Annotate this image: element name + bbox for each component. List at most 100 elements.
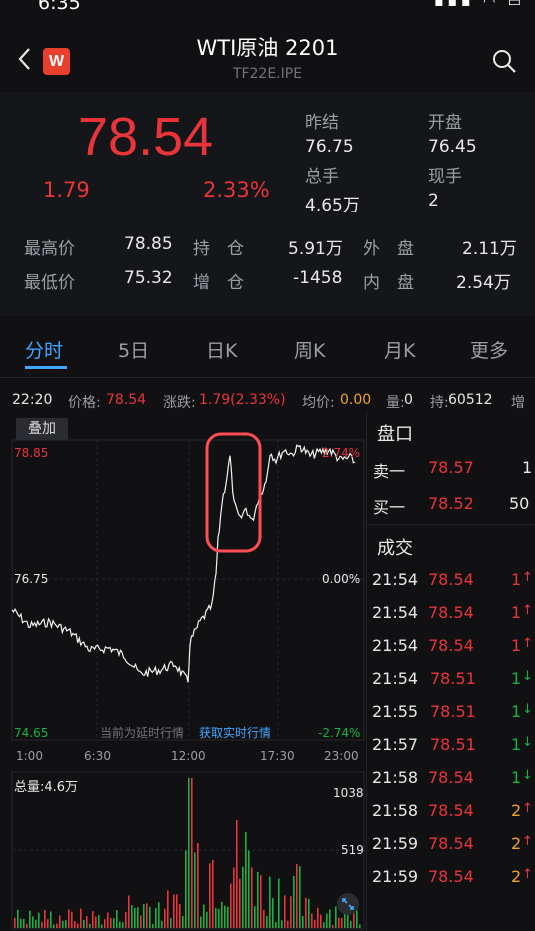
active-tab-indicator [25,366,67,369]
tab-daily[interactable]: 日K [206,336,237,363]
volume-bar [248,850,250,928]
volume-bar [293,876,295,928]
volume-bar [188,778,190,928]
volume-bar [263,909,265,928]
trade-qty: 1 [511,636,522,655]
volume-bar [224,905,226,928]
trade-price: 78.54 [428,867,474,886]
volume-bar [164,908,166,928]
bid-qty: 50 [509,494,530,513]
tab-weekly[interactable]: 周K [294,336,325,363]
volume-bar [80,908,82,928]
inner-label: 内 盘 [363,273,414,293]
volume-bar [125,911,127,928]
volume-bar [221,901,223,928]
tab-monthly[interactable]: 月K [384,336,415,363]
trade-direction-arrow-icon: ↑ [522,570,533,585]
oi-change-value: -1458 [293,268,343,288]
stats-panel: 最高价 78.85 持 仓 5.91万 外 盘 2.11万 最低价 75.32 … [0,212,535,316]
volume-bar [182,915,184,928]
current-volume-label: 现手 [428,167,462,187]
trade-row: 21:55 78.51 1 ↓ [367,702,535,726]
instrument-code: TF22E.IPE [232,66,303,82]
info-price-label: 价格: [68,395,101,411]
highlight-circle-annotation [205,432,262,553]
volume-bar [239,878,241,928]
info-oi: 60512 [448,392,493,408]
volume-bar [332,924,334,928]
volume-bar [206,911,208,928]
volume-bar [137,907,139,928]
orderbook-title: 盘口 [377,424,413,445]
volume-bar [341,917,343,928]
volume-bar [107,912,109,928]
x-tick-4: 17:30 [260,749,295,763]
volume-bar [269,876,271,928]
overlay-button[interactable]: 叠加 [16,418,68,440]
prev-settle-value: 76.75 [305,137,354,157]
volume-bar [266,915,268,928]
volume-bar [62,921,64,928]
pct-axis-mid: 0.00% [322,572,361,586]
trade-qty: 1 [511,669,522,688]
trade-qty: 1 [511,603,522,622]
volume-bar [29,910,31,928]
volume-bar [251,867,253,928]
open-value: 76.45 [428,137,477,157]
intraday-chart[interactable]: 叠加 78.85 76.75 74.65 2.74% 0.00% -2.74% … [0,412,366,931]
volume-bar [236,820,238,928]
volume-bar [113,918,115,928]
trade-time: 21:58 [372,801,419,820]
price-line [11,444,356,683]
trade-qty: 2 [511,834,522,853]
info-vol-label: 量: [386,395,405,411]
chart-canvas[interactable] [0,412,366,931]
nav-header: W WTI原油 2201 TF22E.IPE [0,20,535,92]
realtime-link[interactable]: 获取实时行情 [199,724,271,741]
x-tick-3: 12:00 [171,749,206,763]
info-chg: 1.79(2.33%) [199,392,286,408]
volume-bar [68,909,70,928]
volume-bar [146,903,148,928]
volume-bars [14,778,361,928]
current-volume-value: 2 [428,191,439,211]
volume-bar [83,919,85,928]
volume-bar [98,915,100,928]
trade-row: 21:54 78.51 1 ↓ [367,669,535,693]
trade-time: 21:59 [372,867,419,886]
volume-bar [86,915,88,928]
trade-qty: 2 [511,801,522,820]
high-label: 最高价 [24,239,75,259]
ask-label: 卖一 [373,462,406,481]
volume-bar [296,864,298,928]
volume-bar [185,850,187,928]
tab-more[interactable]: 更多 [470,336,508,363]
trade-direction-arrow-icon: ↓ [522,768,533,783]
volume-bar [23,918,25,928]
trade-row: 21:58 78.54 2 ↑ [367,801,535,825]
volume-bar [233,867,235,928]
volume-bar [209,863,211,928]
crosshair-info-row: 22:20 价格: 78.54 涨跌: 1.79(2.33%) 均价: 0.00… [0,392,535,412]
trade-time: 21:54 [372,603,419,622]
fullscreen-expand-icon[interactable] [336,892,360,916]
trade-row: 21:59 78.54 2 ↑ [367,834,535,858]
volume-bar [17,909,19,928]
total-volume-label: 总手 [305,167,339,187]
volume-bar [350,920,352,928]
volume-bar [47,919,49,928]
volume-bar [254,906,256,928]
volume-bar [197,843,199,928]
x-tick-5: 23:00 [324,749,359,763]
trade-price: 78.54 [428,801,474,820]
volume-bar [260,875,262,928]
outer-value: 2.11万 [462,239,517,259]
info-oi-label: 持: [430,395,449,411]
tab-5day[interactable]: 5日 [118,336,149,363]
volume-bar [44,910,46,928]
trade-price: 78.54 [428,636,474,655]
trade-row: 21:54 78.54 1 ↑ [367,603,535,627]
tab-intraday[interactable]: 分时 [25,336,63,363]
search-icon[interactable] [491,48,517,74]
volume-bar [308,898,310,928]
